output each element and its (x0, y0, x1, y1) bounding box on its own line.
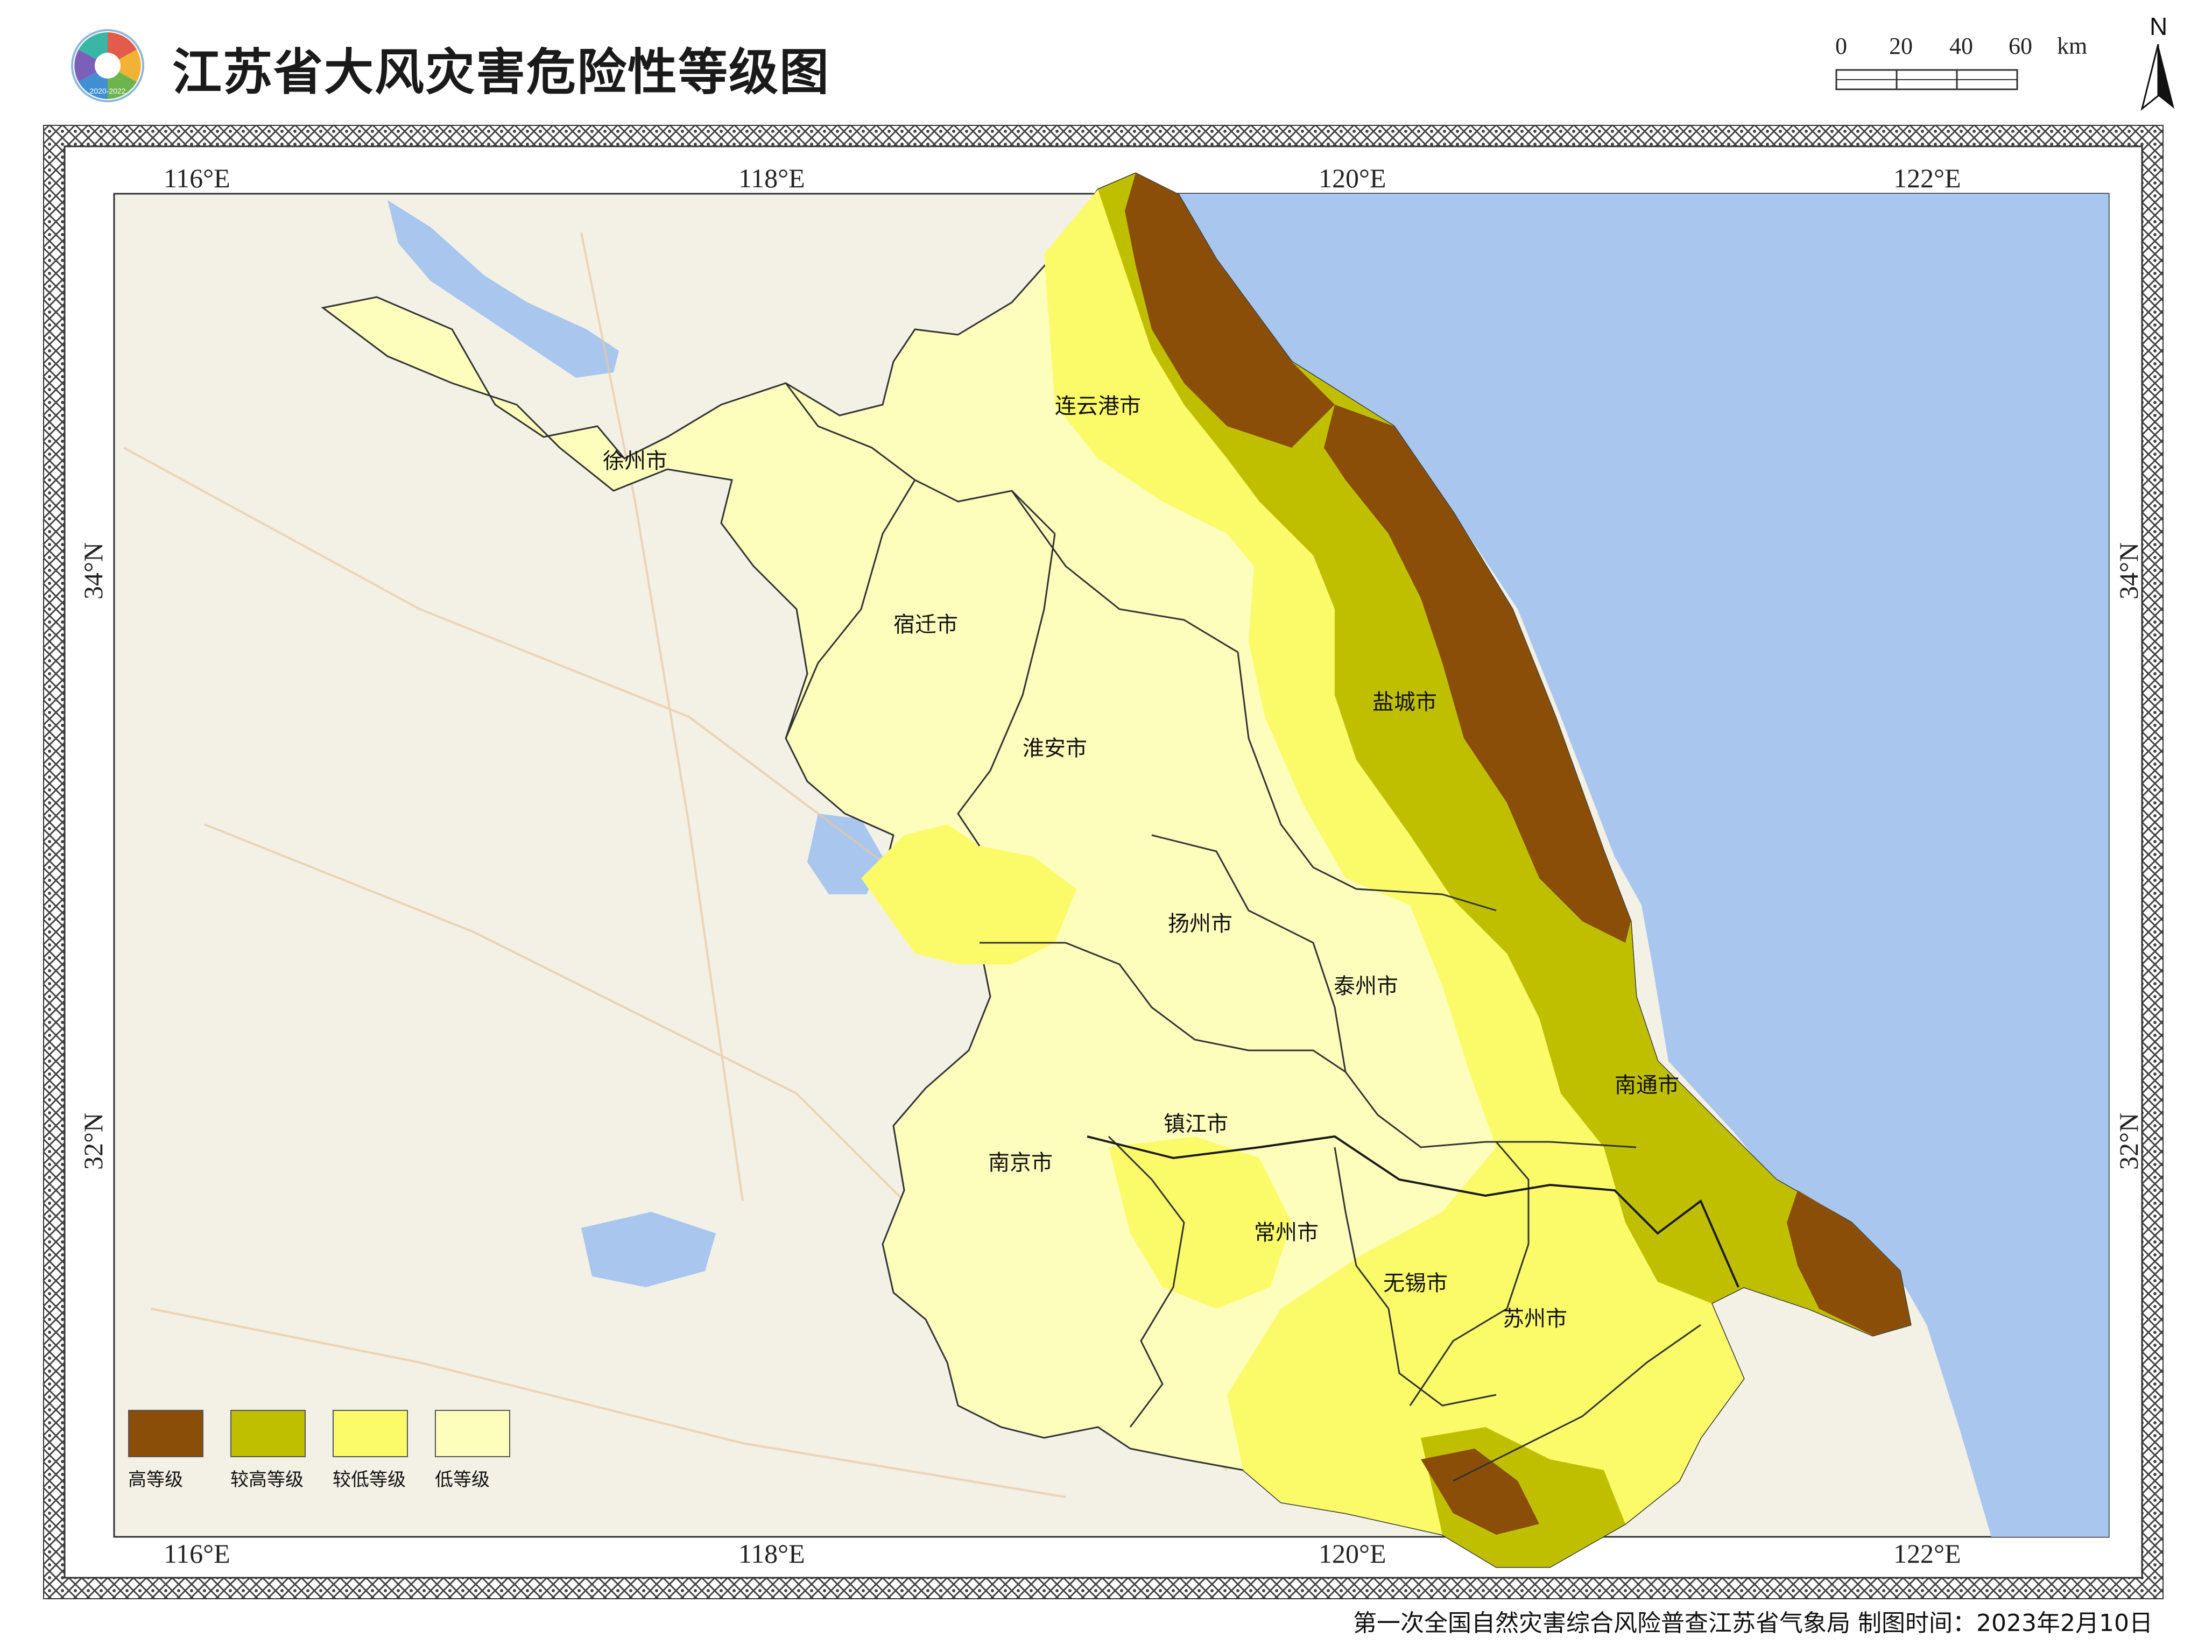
city-label-taizhou: 泰州市 (1334, 974, 1398, 999)
north-label: N (2150, 12, 2168, 40)
city-label-nantong: 南通市 (1615, 1073, 1679, 1098)
scale-tick-40: 40 (1949, 33, 1973, 59)
lon-label-bottom-120: 120°E (1319, 1538, 1386, 1569)
legend-swatch-low (435, 1410, 510, 1457)
city-label-wuxi: 无锡市 (1383, 1271, 1448, 1296)
city-label-suqian: 宿迁市 (893, 612, 958, 637)
legend-item-higher: 较高等级 (230, 1410, 327, 1496)
city-label-nanjing: 南京市 (988, 1150, 1053, 1175)
north-arrow-icon (2140, 44, 2174, 111)
scale-tick-60: 60 (2009, 33, 2032, 59)
svg-text:2020-2022: 2020-2022 (90, 87, 126, 95)
city-label-xuzhou: 徐州市 (603, 449, 667, 474)
legend-swatch-higher (230, 1410, 306, 1457)
lon-label-top-116: 116°E (164, 163, 230, 193)
lon-label-bottom-118: 118°E (738, 1538, 805, 1569)
north-arrow: N (2131, 12, 2190, 114)
legend-item-lower: 较低等级 (333, 1410, 429, 1496)
map-frame: 116°E 118°E 120°E 122°E 116°E 118°E 120°… (43, 125, 2164, 1599)
legend-item-low: 低等级 (435, 1410, 532, 1496)
lat-label-left-32: 32°N (78, 1112, 109, 1170)
legend-label-low: 低等级 (435, 1469, 490, 1491)
lat-label-right-34: 34°N (2114, 542, 2144, 600)
lat-label-left-34: 34°N (78, 542, 109, 600)
scale-unit: km (2057, 33, 2088, 59)
lat-label-right-32: 32°N (2114, 1112, 2144, 1170)
lon-label-bottom-122: 122°E (1893, 1538, 1961, 1569)
city-label-suzhou: 苏州市 (1503, 1307, 1567, 1331)
lon-label-bottom-116: 116°E (164, 1538, 230, 1569)
legend-swatch-lower (333, 1410, 408, 1457)
footer-credit: 第一次全国自然灾害综合风险普查江苏省气象局 制图时间：2023年2月10日 (1353, 1609, 2153, 1637)
lon-label-top-118: 118°E (738, 163, 805, 193)
scale-bar-graphic (1835, 69, 2018, 90)
scale-tick-20: 20 (1889, 33, 1913, 59)
city-label-huaian: 淮安市 (1023, 736, 1087, 761)
map-canvas (43, 125, 2164, 1599)
legend-label-higher: 较高等级 (230, 1469, 304, 1491)
legend-label-high: 高等级 (128, 1469, 183, 1491)
lon-label-top-120: 120°E (1319, 163, 1386, 193)
legend: 高等级 较高等级 较低等级 低等级 (128, 1410, 537, 1517)
city-label-zhenjiang: 镇江市 (1164, 1112, 1228, 1136)
census-logo-icon: 2020-2022 (71, 29, 144, 102)
city-label-lianyungang: 连云港市 (1055, 394, 1141, 419)
map-title: 江苏省大风灾害危险性等级图 (172, 44, 830, 101)
city-label-yangzhou: 扬州市 (1168, 912, 1232, 936)
legend-swatch-high (128, 1410, 203, 1457)
city-label-changzhou: 常州市 (1254, 1220, 1319, 1245)
scale-tick-0: 0 (1835, 33, 1847, 59)
city-label-yancheng: 盐城市 (1372, 690, 1437, 715)
legend-label-lower: 较低等级 (333, 1469, 406, 1491)
scale-bar: 0 20 40 60 km (1835, 32, 2087, 102)
legend-item-high: 高等级 (128, 1410, 225, 1496)
lon-label-top-122: 122°E (1893, 163, 1961, 193)
